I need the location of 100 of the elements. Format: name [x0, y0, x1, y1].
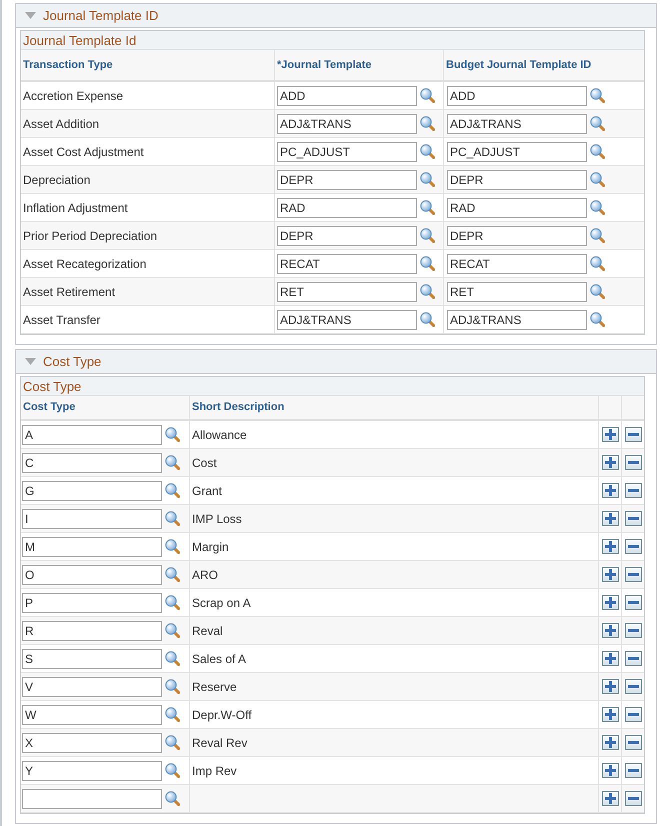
code-input[interactable]: W	[22, 704, 162, 724]
search-icon[interactable]	[165, 623, 180, 638]
delete-row-button[interactable]	[624, 735, 642, 750]
budget-template-input[interactable]: ADJ&TRANS	[447, 114, 587, 134]
delete-row-button[interactable]	[624, 455, 642, 470]
budget-template-input[interactable]: RET	[447, 282, 587, 302]
delete-row-button[interactable]	[624, 791, 642, 806]
search-icon[interactable]	[165, 707, 180, 722]
search-icon[interactable]	[420, 144, 435, 159]
search-icon[interactable]	[165, 763, 180, 778]
transaction-type-label: Asset Addition	[23, 116, 100, 132]
add-row-button[interactable]	[602, 707, 618, 722]
journal-template-input[interactable]: DEPR	[277, 226, 417, 246]
search-icon[interactable]	[590, 284, 605, 299]
budget-template-input[interactable]: DEPR	[447, 170, 587, 190]
code-input[interactable]: A	[22, 424, 162, 444]
add-row-button[interactable]	[602, 595, 618, 610]
delete-row-button[interactable]	[624, 763, 642, 778]
caret-down-icon[interactable]	[25, 358, 36, 365]
search-icon[interactable]	[420, 116, 435, 131]
budget-template-input[interactable]: PC_ADJUST	[447, 142, 587, 162]
search-icon[interactable]	[590, 228, 605, 243]
add-row-button[interactable]	[602, 763, 618, 778]
journal-template-input[interactable]: PC_ADJUST	[277, 142, 417, 162]
delete-row-button[interactable]	[624, 427, 642, 442]
delete-row-button[interactable]	[624, 679, 642, 694]
search-icon[interactable]	[165, 595, 180, 610]
delete-row-button[interactable]	[624, 595, 642, 610]
search-icon[interactable]	[590, 116, 605, 131]
search-icon[interactable]	[420, 312, 435, 327]
journal-template-input[interactable]: ADD	[277, 86, 417, 106]
journal-template-input[interactable]: ADJ&TRANS	[277, 310, 417, 330]
section-header[interactable]: Journal Template ID	[16, 4, 656, 28]
search-icon[interactable]	[420, 172, 435, 187]
search-icon[interactable]	[420, 88, 435, 103]
journal-template-input[interactable]: RAD	[277, 198, 417, 218]
code-input[interactable]: G	[22, 480, 162, 500]
delete-row-button[interactable]	[624, 483, 642, 498]
delete-row-button[interactable]	[624, 539, 642, 554]
search-icon[interactable]	[165, 679, 180, 694]
add-row-button[interactable]	[602, 651, 618, 666]
search-icon[interactable]	[165, 651, 180, 666]
search-icon[interactable]	[165, 567, 180, 582]
code-input[interactable]: M	[22, 536, 162, 556]
journal-template-input[interactable]: RET	[277, 282, 417, 302]
code-input[interactable]: R	[22, 620, 162, 640]
plus-icon	[604, 653, 616, 664]
search-icon[interactable]	[165, 511, 180, 526]
search-icon[interactable]	[165, 735, 180, 750]
code-input[interactable]: I	[22, 508, 162, 528]
search-icon[interactable]	[590, 312, 605, 327]
add-row-button[interactable]	[602, 511, 618, 526]
search-icon[interactable]	[165, 791, 180, 806]
code-input[interactable]: O	[22, 564, 162, 584]
journal-template-input[interactable]: RECAT	[277, 254, 417, 274]
delete-row-button[interactable]	[624, 707, 642, 722]
section-header[interactable]: Cost Type	[16, 350, 656, 374]
add-row-button[interactable]	[602, 455, 618, 470]
search-icon[interactable]	[165, 427, 180, 442]
search-icon[interactable]	[590, 144, 605, 159]
column-header: Budget Journal Template ID	[446, 60, 592, 70]
add-row-button[interactable]	[602, 567, 618, 582]
search-icon[interactable]	[590, 172, 605, 187]
search-icon[interactable]	[420, 228, 435, 243]
budget-template-input[interactable]: ADJ&TRANS	[447, 310, 587, 330]
search-icon[interactable]	[165, 483, 180, 498]
caret-down-icon[interactable]	[25, 12, 36, 19]
code-input[interactable]: Y	[22, 760, 162, 780]
search-icon[interactable]	[165, 539, 180, 554]
code-input[interactable]: X	[22, 732, 162, 752]
add-row-button[interactable]	[602, 483, 618, 498]
journal-template-input[interactable]: DEPR	[277, 170, 417, 190]
minus-icon	[628, 545, 638, 548]
add-row-button[interactable]	[602, 679, 618, 694]
budget-template-input[interactable]: RECAT	[447, 254, 587, 274]
search-icon[interactable]	[590, 200, 605, 215]
code-input[interactable]: V	[22, 676, 162, 696]
code-input[interactable]: S	[22, 648, 162, 668]
budget-template-input[interactable]: RAD	[447, 198, 587, 218]
add-row-button[interactable]	[602, 791, 618, 806]
search-icon[interactable]	[590, 256, 605, 271]
add-row-button[interactable]	[602, 539, 618, 554]
search-icon[interactable]	[420, 284, 435, 299]
add-row-button[interactable]	[602, 427, 618, 442]
code-input[interactable]: C	[22, 452, 162, 472]
delete-row-button[interactable]	[624, 623, 642, 638]
budget-template-input[interactable]: ADD	[447, 86, 587, 106]
budget-template-input[interactable]: DEPR	[447, 226, 587, 246]
add-row-button[interactable]	[602, 623, 618, 638]
add-row-button[interactable]	[602, 735, 618, 750]
search-icon[interactable]	[590, 88, 605, 103]
journal-template-input[interactable]: ADJ&TRANS	[277, 114, 417, 134]
delete-row-button[interactable]	[624, 567, 642, 582]
delete-row-button[interactable]	[624, 651, 642, 666]
search-icon[interactable]	[420, 256, 435, 271]
search-icon[interactable]	[165, 455, 180, 470]
code-input[interactable]: P	[22, 592, 162, 612]
search-icon[interactable]	[420, 200, 435, 215]
delete-row-button[interactable]	[624, 511, 642, 526]
code-input[interactable]	[22, 788, 162, 808]
